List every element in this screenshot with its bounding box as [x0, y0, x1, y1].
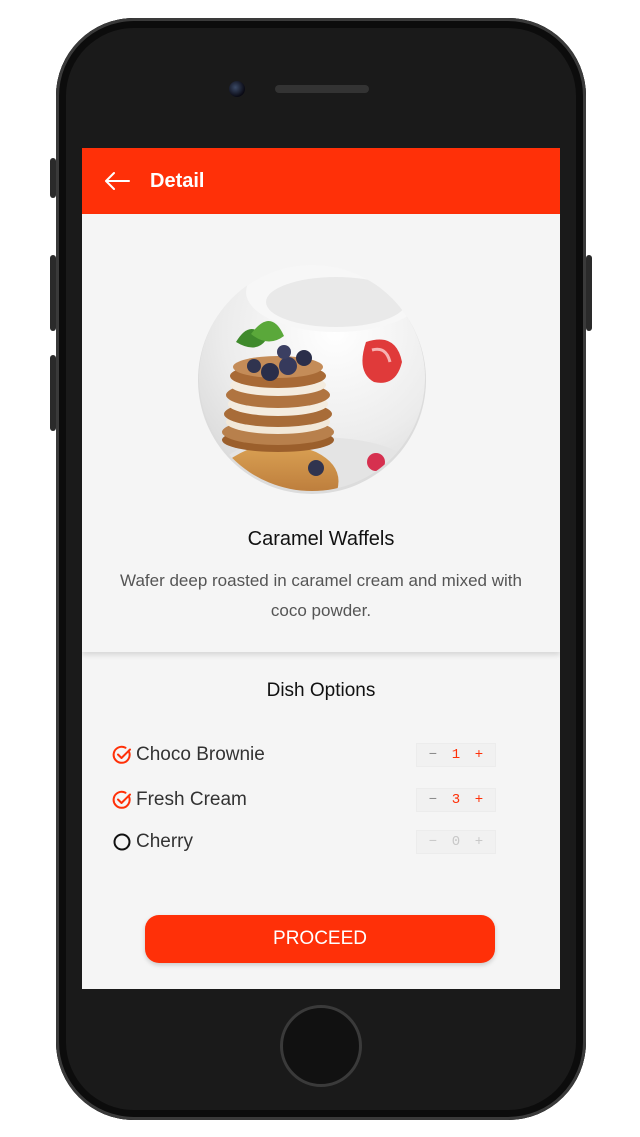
option-fresh-cream[interactable]: Fresh Cream − 3 + — [112, 785, 498, 815]
app-screen: Detail Caramel Waffels Wafer deep roaste… — [82, 148, 560, 989]
increment-button[interactable]: + — [469, 747, 489, 763]
dish-description: Wafer deep roasted in caramel cream and … — [120, 571, 522, 620]
app-bar: Detail — [82, 148, 560, 214]
power-button — [586, 255, 592, 331]
quantity-stepper: − 0 + — [416, 830, 496, 854]
option-label: Cherry — [136, 831, 194, 852]
quantity-value: 1 — [451, 747, 461, 763]
page-title: Detail — [150, 169, 205, 192]
dish-name: Caramel Waffels — [247, 528, 395, 550]
empty-circle-icon[interactable] — [112, 832, 132, 852]
dish-options-title: Dish Options — [266, 680, 376, 701]
decrement-button[interactable]: − — [423, 792, 443, 808]
increment-button[interactable]: + — [469, 792, 489, 808]
check-circle-icon[interactable] — [112, 745, 132, 765]
pancake-stack-photo — [198, 265, 426, 494]
back-button[interactable] — [104, 171, 130, 191]
option-label: Fresh Cream — [136, 789, 247, 810]
decrement-button[interactable]: − — [423, 747, 443, 763]
earpiece-speaker — [275, 85, 369, 93]
proceed-button[interactable]: PROCEED — [145, 915, 495, 963]
dish-detail-card: Caramel Waffels Wafer deep roasted in ca… — [82, 214, 560, 652]
quantity-stepper: − 3 + — [416, 788, 496, 812]
quantity-value: 0 — [451, 834, 461, 850]
check-circle-icon[interactable] — [112, 790, 132, 810]
quantity-stepper: − 1 + — [416, 743, 496, 767]
quantity-value: 3 — [451, 792, 461, 808]
front-camera — [229, 81, 245, 97]
option-choco-brownie[interactable]: Choco Brownie − 1 + — [112, 740, 498, 770]
arrow-left-icon — [105, 172, 130, 190]
decrement-button[interactable]: − — [423, 834, 443, 850]
option-cherry[interactable]: Cherry − 0 + — [112, 827, 498, 857]
home-button[interactable] — [280, 1005, 362, 1087]
increment-button[interactable]: + — [469, 834, 489, 850]
option-label: Choco Brownie — [136, 744, 265, 765]
